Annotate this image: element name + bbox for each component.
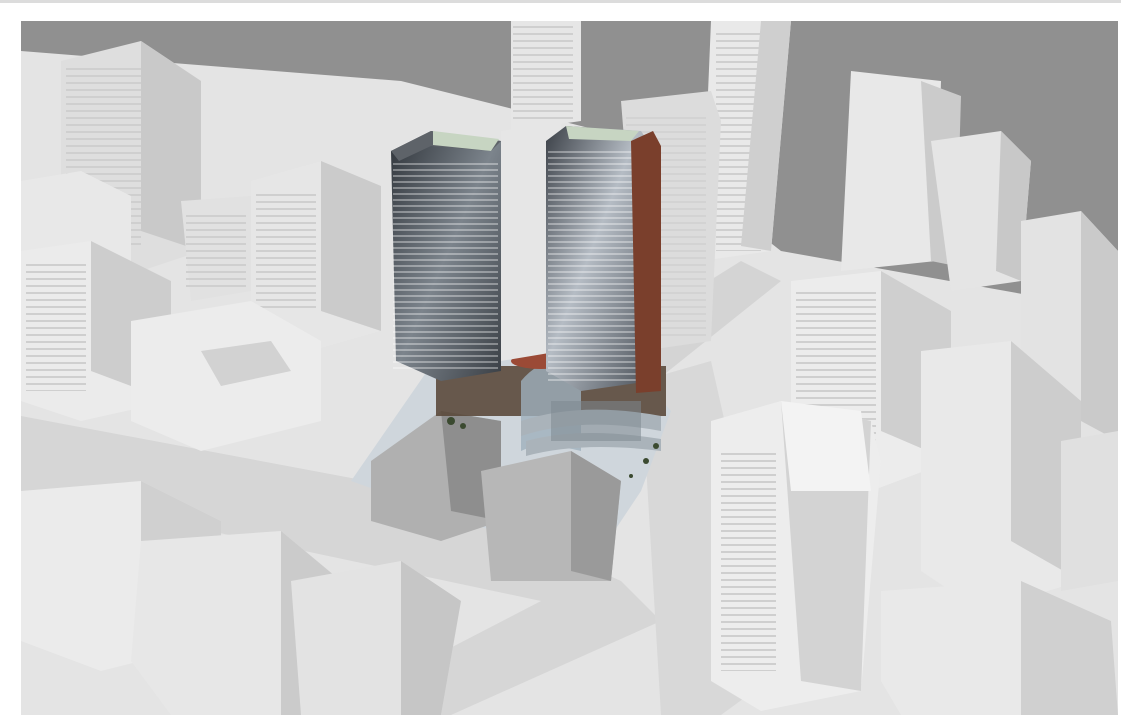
tower-right <box>546 126 661 393</box>
city-rendering-svg <box>21 21 1118 715</box>
image-frame <box>0 0 1121 716</box>
tower-left <box>391 131 501 381</box>
top-divider <box>0 0 1121 3</box>
rendering <box>21 21 1118 715</box>
